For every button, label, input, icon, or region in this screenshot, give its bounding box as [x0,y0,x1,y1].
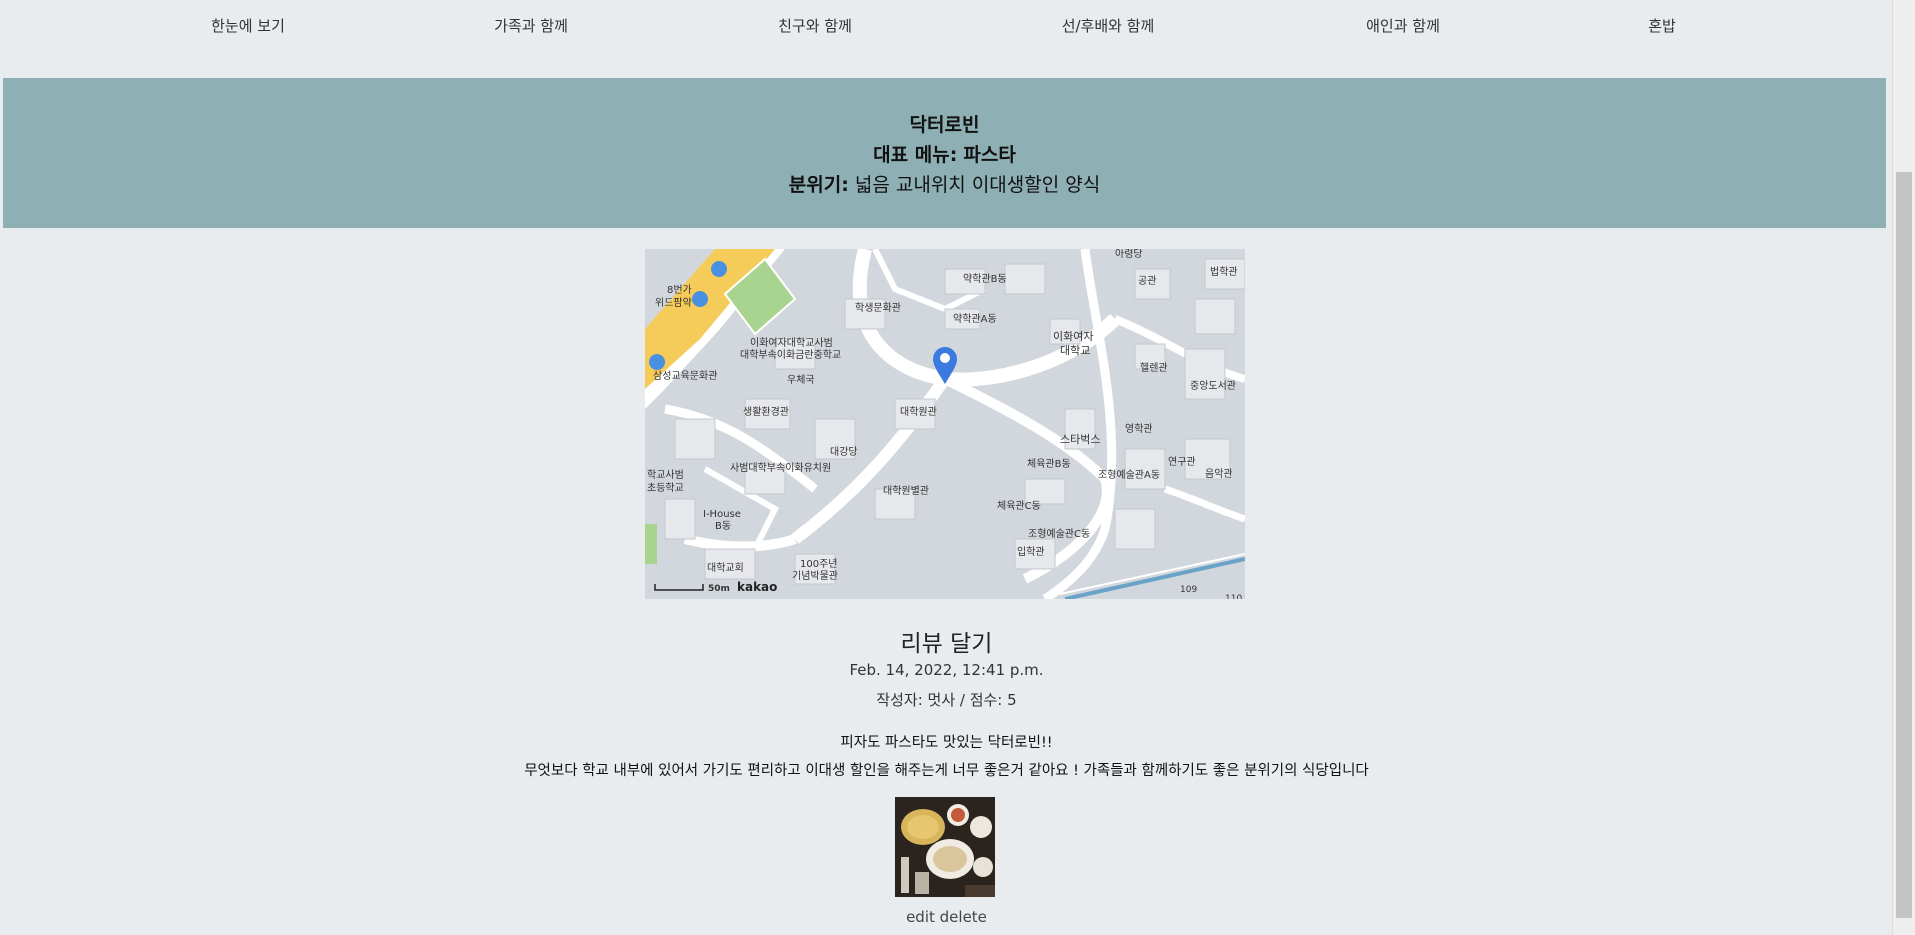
svg-text:아령당: 아령당 [1115,249,1143,260]
svg-text:헬렌관: 헬렌관 [1140,362,1168,374]
svg-text:109: 109 [1180,585,1197,595]
svg-text:음악관: 음악관 [1205,468,1233,480]
svg-text:삼성교육문화관: 삼성교육문화관 [653,370,717,382]
category-nav: 한눈에 보기 가족과 함께 친구와 함께 선/후배와 함께 애인과 함께 혼밥 [0,0,1893,54]
nav-item-seniors-juniors[interactable]: 선/후배와 함께 [1062,15,1155,36]
svg-text:우체국: 우체국 [787,374,815,386]
review-actions: edit delete [0,908,1893,926]
review-meta: 작성자: 멋사 / 점수: 5 [876,691,1017,709]
svg-text:대학원별관: 대학원별관 [883,485,929,497]
scrollbar-thumb[interactable] [1896,172,1912,918]
nav-item-solo[interactable]: 혼밥 [1648,15,1676,36]
page-scrollbar[interactable] [1892,0,1915,935]
restaurant-name: 닥터로빈 [909,114,980,136]
location-map[interactable]: 아령당 법학관 공관 약학관B동 학생문화관 약학관A동 8번가 위드팜약 이화… [645,249,1245,599]
svg-text:기념박물관: 기념박물관 [792,570,838,582]
svg-text:조형예술관A동: 조형예술관A동 [1098,469,1160,481]
svg-text:체육관B동: 체육관B동 [1027,458,1071,470]
review-body-line1: 피자도 파스타도 맛있는 닥터로빈!! [840,735,1053,751]
restaurant-banner: 닥터로빈 대표 메뉴: 파스타 분위기: 넓음 교내위치 이대생할인 양식 [3,78,1886,228]
svg-text:연구관: 연구관 [1168,456,1196,468]
svg-text:학교사범: 학교사범 [647,469,684,481]
review-photo [895,797,995,897]
svg-text:생활환경관: 생활환경관 [743,405,789,418]
svg-text:체육관C동: 체육관C동 [997,500,1041,512]
svg-text:초등학교: 초등학교 [647,482,684,494]
restaurant-menu: 대표 메뉴: 파스타 [873,144,1016,166]
review-body-line2: 무엇보다 학교 내부에 있어서 가기도 편리하고 이대생 할인을 해주는게 너무… [524,763,1369,779]
svg-text:이화여자: 이화여자 [1053,330,1093,343]
svg-text:I-House: I-House [703,509,741,520]
svg-text:50m: 50m [708,584,730,594]
svg-text:8번가: 8번가 [667,284,692,296]
svg-text:학생문화관: 학생문화관 [855,302,901,314]
svg-text:입학관: 입학관 [1017,545,1045,558]
svg-text:중앙도서관: 중앙도서관 [1190,380,1236,392]
svg-text:조형예술관C동: 조형예술관C동 [1028,528,1090,540]
svg-text:영학관: 영학관 [1125,423,1153,435]
restaurant-mood: 분위기: 넓음 교내위치 이대생할인 양식 [788,174,1101,196]
svg-text:110: 110 [1225,594,1242,599]
svg-text:100주년: 100주년 [800,558,838,570]
svg-text:대학교: 대학교 [1060,344,1090,357]
svg-text:법학관: 법학관 [1210,266,1238,278]
svg-text:약학관B동: 약학관B동 [963,273,1007,285]
svg-text:약학관A동: 약학관A동 [953,313,997,325]
edit-link[interactable]: edit [906,908,935,926]
nav-item-friends[interactable]: 친구와 함께 [778,15,852,36]
review-date: Feb. 14, 2022, 12:41 p.m. [849,661,1044,679]
review-section-title: 리뷰 달기 [900,631,993,657]
svg-text:B동: B동 [715,520,731,532]
nav-item-overview[interactable]: 한눈에 보기 [211,15,285,36]
svg-text:스타벅스: 스타벅스 [1060,433,1100,446]
nav-item-partner[interactable]: 애인과 함께 [1366,15,1440,36]
delete-link[interactable]: delete [940,908,987,926]
svg-text:kakao: kakao [737,580,777,594]
svg-text:대학원관: 대학원관 [900,406,937,418]
svg-text:공관: 공관 [1138,275,1156,287]
svg-text:대학교회: 대학교회 [707,562,744,574]
nav-item-family[interactable]: 가족과 함께 [494,15,568,36]
svg-text:사범대학부속이화유치원: 사범대학부속이화유치원 [730,462,831,474]
svg-text:위드팜약: 위드팜약 [655,296,692,309]
page: 한눈에 보기 가족과 함께 친구와 함께 선/후배와 함께 애인과 함께 혼밥 … [0,0,1893,935]
svg-text:대강당: 대강당 [830,446,858,458]
svg-text:이화여자대학교사범: 이화여자대학교사범 [750,337,833,349]
svg-text:대학부속이화금란중학교: 대학부속이화금란중학교 [740,349,841,361]
